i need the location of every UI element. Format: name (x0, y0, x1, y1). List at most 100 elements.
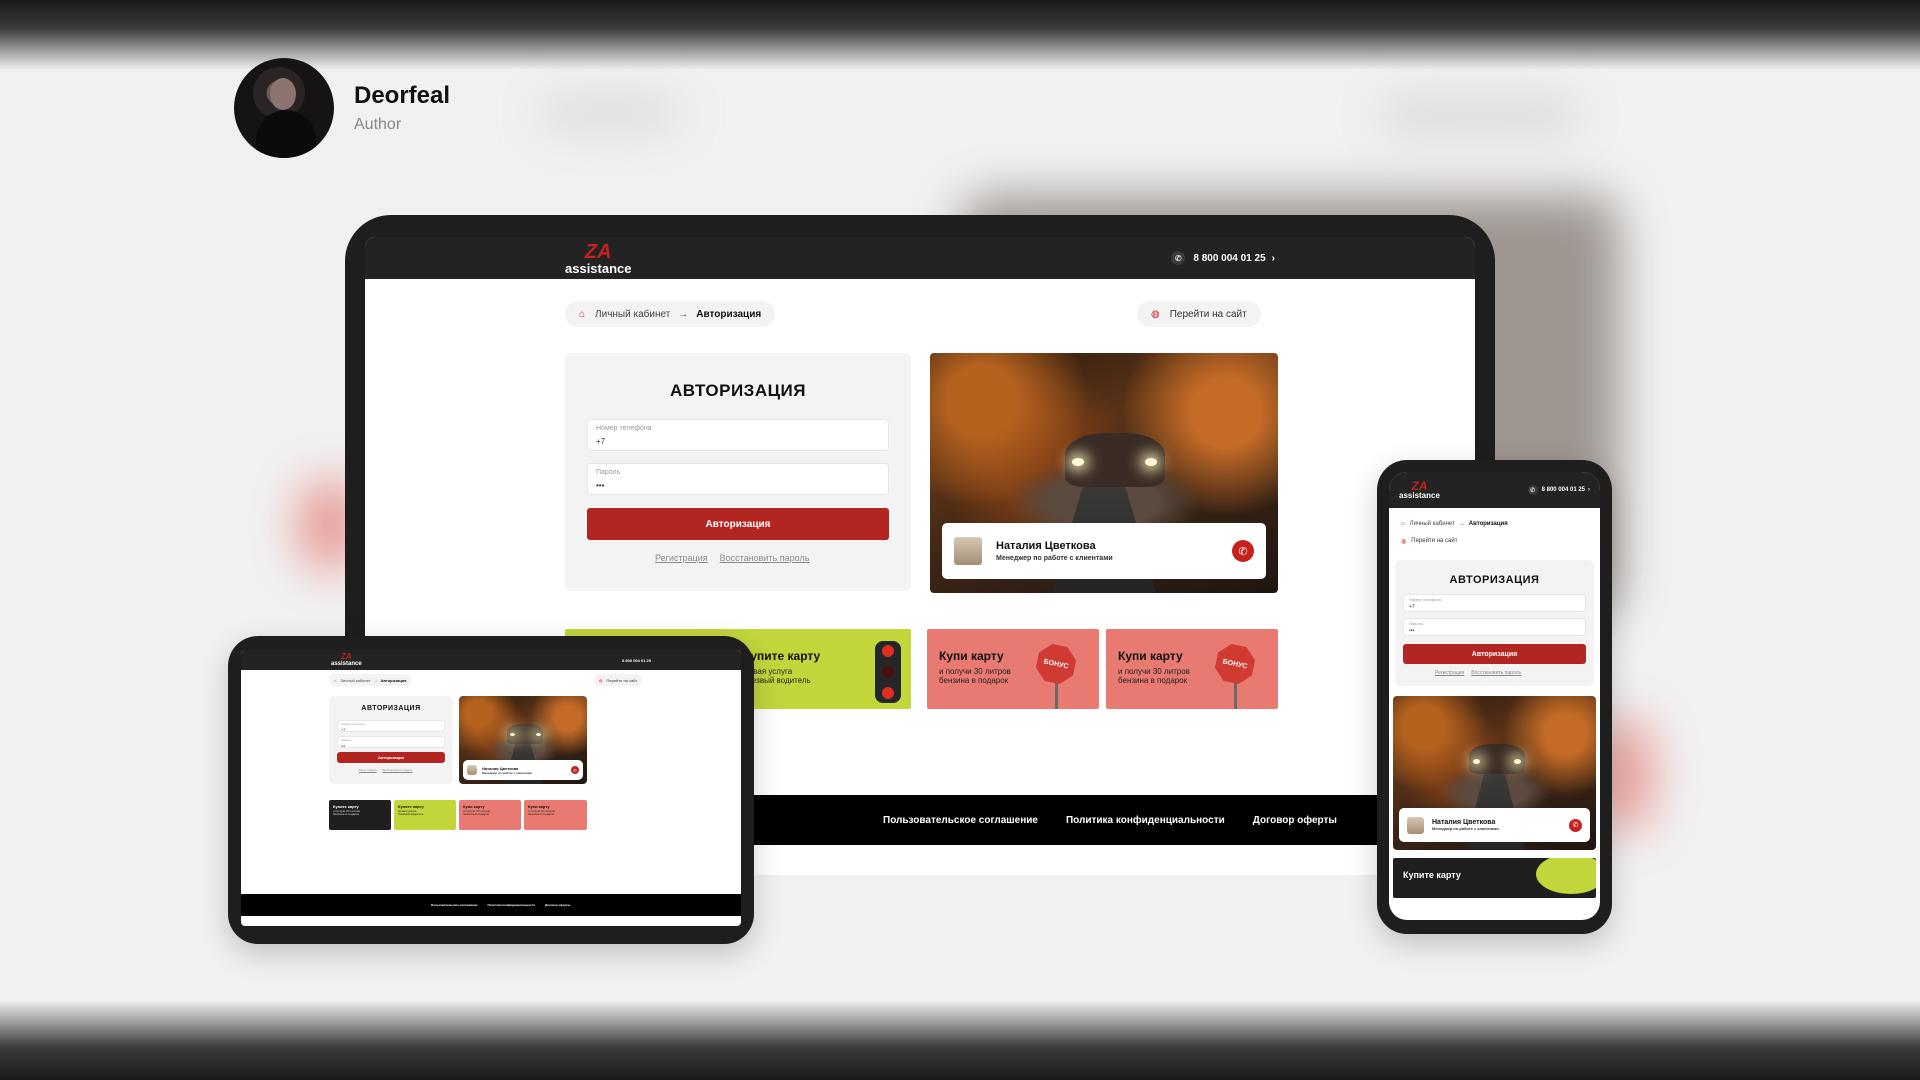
login-button[interactable]: Авторизация (337, 752, 445, 763)
password-field[interactable]: Пароль ••• (587, 463, 889, 495)
site-logo[interactable]: ZA assistance (1399, 480, 1440, 500)
car-headlight (536, 733, 541, 736)
author-name[interactable]: Deorfeal (354, 82, 450, 110)
login-button[interactable]: Авторизация (587, 508, 889, 540)
goto-site-button[interactable]: ◍ Перейти на сайт (1137, 301, 1261, 327)
phone-field[interactable]: Номер телефона +7 (337, 720, 445, 732)
auth-card: АВТОРИЗАЦИЯ Номер телефона +7 Пароль •••… (329, 696, 453, 784)
goto-site-label: Перейти на сайт (1169, 308, 1247, 320)
breadcrumb-parent[interactable]: Личный кабинет (1410, 521, 1455, 527)
password-field-value: ••• (596, 481, 605, 490)
tablet-mockup: ZA assistance 8 800 004 01 25 ⌂ Личный к… (228, 636, 754, 944)
author-avatar[interactable] (234, 58, 334, 158)
footer-link-offer[interactable]: Договор оферты (1253, 815, 1337, 826)
header-phone[interactable]: ✆ 8 800 004 01 25 › (1171, 251, 1275, 265)
promo-card-bonus[interactable]: Купи карту и получи 30 литров бензина в … (459, 800, 521, 830)
goto-site-label: Перейти на сайт (606, 677, 638, 683)
traffic-light-icon (875, 641, 901, 703)
auth-links: Регистрация Восстановить пароль (1435, 670, 1521, 676)
logo-mark: ZA (341, 652, 352, 661)
author-block: Deorfeal Author (234, 58, 450, 158)
car-headlight (1473, 759, 1480, 764)
promo-card-bonus[interactable]: Купи карту и получи 30 литров бензина в … (927, 629, 1099, 709)
promo-subtitle: и получи 30 литров бензина в подарок (1118, 667, 1190, 686)
background-blob (1380, 100, 1580, 130)
site-header: ZA assistance ✆ 8 800 004 01 25 › (365, 237, 1475, 279)
header-phone-number: 8 800 004 01 25 (1541, 487, 1585, 493)
phone-field[interactable]: Номер телефона +7 (1403, 594, 1586, 612)
phone-call-icon[interactable]: ✆ (1569, 818, 1582, 832)
home-icon[interactable]: ⌂ (579, 309, 585, 320)
promo-card-sober-driver[interactable]: Купите карту Новая услуга Трезвый водите… (394, 800, 456, 830)
breadcrumb-parent[interactable]: Личный кабинет (595, 309, 670, 320)
home-icon[interactable]: ⌂ (1401, 521, 1405, 527)
phone-call-icon[interactable]: ✆ (571, 766, 579, 774)
phone-call-icon[interactable]: ✆ (1232, 540, 1254, 562)
manager-avatar (467, 765, 477, 775)
phone-field[interactable]: Номер телефона +7 (587, 419, 889, 451)
site-footer: Пользовательское соглашение Политика кон… (241, 894, 741, 916)
restore-password-link[interactable]: Восстановить пароль (1471, 670, 1521, 676)
auth-links: Регистрация Восстановить пароль (655, 553, 809, 563)
manager-avatar (954, 537, 982, 565)
phone-field-label: Номер телефона (596, 425, 652, 432)
password-field[interactable]: Пароль ••• (337, 736, 445, 748)
auth-title: АВТОРИЗАЦИЯ (1449, 574, 1540, 586)
logo-mark: ZA (584, 240, 612, 263)
auth-title: АВТОРИЗАЦИЯ (361, 705, 421, 712)
promo-title: Купи карту (939, 649, 1004, 663)
restore-password-link[interactable]: Восстановить пароль (720, 553, 810, 563)
register-link[interactable]: Регистрация (359, 768, 377, 772)
manager-role: Менеджер по работе с клиентами (1432, 826, 1499, 831)
background-blob (540, 100, 680, 126)
tablet-screen: ZA assistance 8 800 004 01 25 ⌂ Личный к… (241, 650, 741, 926)
arrow-right-icon: → (678, 308, 689, 320)
register-link[interactable]: Регистрация (655, 553, 708, 563)
password-field-label: Пароль (341, 738, 352, 742)
globe-icon: ◍ (1151, 308, 1160, 320)
footer-link-privacy[interactable]: Политика конфиденциальности (487, 903, 535, 907)
breadcrumb: ⌂ Личный кабинет → Авторизация (1395, 517, 1514, 531)
footer-link-terms[interactable]: Пользовательское соглашение (883, 815, 1038, 826)
auth-card: АВТОРИЗАЦИЯ Номер телефона +7 Пароль •••… (1395, 560, 1594, 686)
footer-link-terms[interactable]: Пользовательское соглашение (431, 903, 477, 907)
phone-mockup: ZA assistance ✆ 8 800 004 01 25 › ⌂ Личн… (1377, 460, 1612, 934)
background-bottom-band (0, 1000, 1920, 1080)
auth-title: АВТОРИЗАЦИЯ (670, 381, 806, 400)
phone-screen: ZA assistance ✆ 8 800 004 01 25 › ⌂ Личн… (1389, 472, 1600, 920)
author-role: Author (354, 116, 402, 133)
phone-field-value: +7 (1409, 604, 1415, 610)
manager-card: Наталия Цветкова Менеджер по работе с кл… (463, 760, 583, 780)
car-headlight (1514, 759, 1521, 764)
footer-link-privacy[interactable]: Политика конфиденциальности (1066, 815, 1225, 826)
header-phone[interactable]: ✆ 8 800 004 01 25 › (1527, 485, 1590, 495)
goto-site-button[interactable]: ◍ Перейти на сайт (1395, 534, 1463, 548)
promo-card-peek[interactable]: Купите карту (1393, 858, 1596, 898)
phone-icon: ✆ (1171, 251, 1186, 265)
logo-word: assistance (331, 661, 362, 667)
phone-field-value: +7 (596, 437, 606, 446)
header-phone[interactable]: 8 800 004 01 25 (622, 658, 651, 663)
breadcrumb-current: Авторизация (1468, 521, 1508, 527)
manager-card: Наталия Цветкова Менеджер по работе с кл… (942, 523, 1266, 579)
promo-card-bonus[interactable]: Купи карту и получи 30 литров бензина в … (524, 800, 587, 830)
restore-password-link[interactable]: Восстановить пароль (383, 768, 413, 772)
site-logo[interactable]: ZA assistance (565, 242, 632, 275)
bonus-stop-sign-icon: БОНУС (1212, 641, 1257, 686)
promo-card-bonus[interactable]: Купи карту и получи 30 литров бензина в … (1106, 629, 1278, 709)
site-logo[interactable]: ZA assistance (331, 652, 362, 668)
phone-field-label: Номер телефона (1409, 597, 1441, 602)
logo-word: assistance (565, 260, 632, 276)
arrow-right-icon: → (1458, 521, 1465, 527)
auth-links: Регистрация Восстановить пароль (359, 768, 412, 772)
car-headlight (1145, 458, 1157, 466)
goto-site-button[interactable]: ◍ Перейти на сайт (594, 674, 643, 686)
manager-avatar (1407, 816, 1424, 834)
breadcrumb-parent[interactable]: Личный кабинет (340, 678, 370, 683)
home-icon[interactable]: ⌂ (334, 678, 336, 683)
password-field[interactable]: Пароль ••• (1403, 618, 1586, 636)
login-button[interactable]: Авторизация (1403, 644, 1586, 664)
footer-link-offer[interactable]: Договор оферты (545, 903, 570, 907)
promo-card-dark[interactable]: Купите карту и получи 30 литров бензина … (329, 800, 391, 830)
register-link[interactable]: Регистрация (1435, 670, 1464, 676)
